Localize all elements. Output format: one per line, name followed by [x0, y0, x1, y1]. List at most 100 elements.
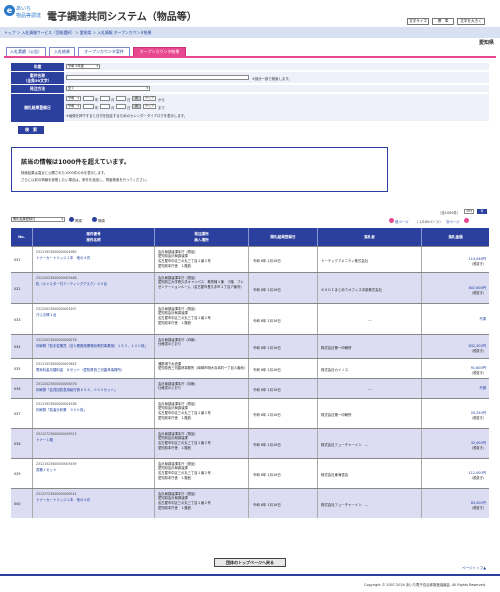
delivery-place: 愛知県会計局調達課 名古屋市中区三の丸三丁目１番２号 愛知県本庁舎 １階西 [158, 254, 211, 268]
case-name-link[interactable]: 印刷物「若者分析業 ９００枚」 [36, 407, 152, 412]
to-day-input[interactable] [116, 104, 126, 109]
case-cell: 23122023000000006376 印刷物「会員回覧表用紙付冊６５４，０００… [33, 379, 155, 398]
from-calendar-icon[interactable]: 暦 [132, 96, 141, 101]
year-select[interactable]: 令和 5年度 [66, 64, 100, 69]
table-row: 039 23121523000000005459 書籍１セット 会計局調達課本庁（物品… [11, 458, 489, 488]
case-name-link[interactable]: トナーカートリッジ１本 他の４件 [36, 255, 152, 260]
row-no: 040 [11, 489, 33, 518]
per-page-select[interactable]: 10 [464, 209, 474, 214]
to-day-unit: 日 [127, 106, 131, 110]
case-name-link[interactable]: 電気料金月額料金 ８セット（愛知県西三河農林事務所） [36, 367, 152, 372]
table-header: No. 案件番号 案件名称 発注課所 納入場所 開札結果登録日 落札者 落札金額 [11, 228, 489, 246]
from-day-input[interactable] [116, 96, 126, 101]
amount-cell: 114,048円 （税抜き） [422, 247, 489, 272]
row-no: 038 [11, 429, 33, 458]
winner-name: 株式会社東海書会 [318, 459, 422, 488]
prev-page-link[interactable]: 前ページ [395, 219, 409, 224]
logo-text-2: 物品等調達 [16, 13, 42, 19]
result-date: 令和 6年 1月16日 [249, 247, 318, 272]
result-notice: 該当の情報は1000件を超えています。 検索結果は直近に公開された1000件のみ… [11, 147, 388, 192]
delivery-place: 仕様書のとおり [158, 342, 182, 346]
case-name-link[interactable]: 印刷物「若手従業員（法人業務用業務効率的事業用）１５３，１００枚」 [36, 343, 152, 348]
case-name-link[interactable]: トナーカートリッジ１本 他の４件 [36, 497, 152, 502]
tab-bid-results[interactable]: 入札結果 [49, 47, 75, 56]
table-row: 031 23121923000000004983 トナーカートリッジ１本 他の４件会… [11, 246, 489, 272]
to-year-input[interactable] [83, 104, 94, 109]
sort-asc-label: 昇順 [75, 219, 82, 223]
to-month-input[interactable] [100, 104, 110, 109]
org-cell: 会計局調達課本庁（物品） 愛知県会計局調達課 名古屋市中区三の丸三丁目１番２号 愛… [155, 247, 249, 272]
table-row: 035 23121523000000003625 電気料金月額料金 ８セット（愛知県… [11, 358, 489, 378]
table-row: 033 23122023000000005207 汗ふき棒１台 会計局調達課本庁（物品… [11, 303, 489, 334]
winner-name: ＫＤＤＩまとめてオフィス中部株式会社 [318, 273, 422, 303]
case-cell: 23122723000000006314 トナーカートリッジ１本 他の４件 [33, 489, 155, 518]
winner-name: 株式会社第一印刷所 [318, 399, 422, 428]
case-name-link[interactable]: 汗ふき棒１台 [36, 312, 152, 317]
search-button[interactable]: 検 索 [18, 126, 44, 134]
site-title: 電子調達共同システム（物品等） [47, 12, 197, 23]
from-day-unit: 日 [127, 98, 131, 102]
page-top-link[interactable]: ページトップ▲ [462, 566, 486, 571]
case-number: 23122023000000006376 [36, 382, 77, 386]
font-large-button[interactable]: 文字を大きく [457, 18, 485, 25]
th-case: 案件番号 案件名称 [33, 228, 155, 246]
site-logo[interactable]: e あいち 物品等調達 [4, 4, 44, 24]
amount-note: （税抜き） [470, 416, 486, 420]
winner-name: 株式会社第一印刷所 [318, 335, 422, 358]
to-month-unit: 月 [111, 106, 115, 110]
winner-name: トーテックアメニティ株式会社 [318, 247, 422, 272]
row-no: 037 [11, 399, 33, 428]
back-to-top-button[interactable]: 団体のトップページへ戻る [214, 558, 286, 567]
site-header: e あいち 物品等調達 電子調達共同システム（物品等） 文字サイズ 標 準 文字… [0, 0, 500, 27]
tab-underline [4, 56, 496, 58]
case-label-sub: （全角50文字） [23, 78, 52, 83]
case-name-link[interactable]: 印刷物「会員回覧表用紙付冊６５４，０００セット」 [36, 387, 152, 392]
to-label: まで [158, 106, 165, 110]
case-name-input[interactable] [66, 75, 249, 80]
logo-icon: e [4, 5, 15, 16]
amount-value[interactable]: 不調 [422, 385, 486, 390]
year-row: 年度 令和 5年度 [11, 63, 489, 71]
case-name-link[interactable]: トナー１箱 [36, 437, 152, 442]
method-select[interactable]: 全て [66, 86, 150, 91]
breadcrumb[interactable]: トップ ＞ 入札情報サービス（団体選択）＞ 愛知県 ＞ 入札情報 オープンカウン… [4, 30, 152, 36]
tab-open-counter-results[interactable]: オープンカウンタ結果 [133, 47, 186, 56]
case-name-link[interactable]: 机（キャスター付ミーティングデスク）４５台 [36, 281, 152, 286]
from-year-input[interactable] [83, 96, 94, 101]
case-name-link[interactable]: 書籍１セット [36, 467, 152, 472]
tab-bid-notices[interactable]: 入札実績（公告） [6, 47, 46, 56]
copyright: Copyright © 2007-2024 あいち電子自治体推進協議会. All… [364, 583, 486, 587]
sort-asc-radio[interactable] [69, 217, 74, 222]
result-date: 令和 6年 1月16日 [249, 335, 318, 358]
winner-name: --- [318, 379, 422, 398]
next-page-link[interactable]: 次ページ [446, 219, 460, 224]
case-number: 23122023000000005466 [36, 276, 77, 280]
amount-cell: 112,000円 （税抜き） [422, 459, 489, 488]
case-number: 23122023000000005207 [36, 307, 77, 311]
table-row: 036 23122023000000006376 印刷物「会員回覧表用紙付冊６５４，… [11, 378, 489, 398]
to-calendar-icon[interactable]: 暦 [132, 104, 141, 109]
amount-value[interactable]: 不調 [422, 316, 486, 321]
to-era-select[interactable]: 令和 [66, 104, 81, 109]
from-era-select[interactable]: 令和 [66, 96, 81, 101]
from-clear-button[interactable]: クリア [143, 96, 156, 101]
tab-open-counter-cases[interactable]: オープンカウンタ案件 [78, 47, 130, 56]
sort-desc-radio[interactable] [92, 217, 97, 222]
date-label: 開札結果登録日 [11, 94, 64, 122]
per-page-button[interactable]: 件 [477, 209, 487, 214]
footer-bar [0, 574, 500, 576]
case-number: 23122723000000006313 [36, 432, 77, 436]
font-standard-button[interactable]: 標 準 [432, 18, 454, 25]
to-clear-button[interactable]: クリア [143, 104, 156, 109]
th-org: 発注課所 納入場所 [155, 228, 249, 246]
notice-heading: 該当の情報は1000件を超えています。 [21, 159, 131, 166]
sort-select[interactable]: 開札結果登録日 [11, 217, 65, 222]
winner-name: 株式会社フューチャーイン ... [318, 429, 422, 458]
result-date: 令和 6年 1月16日 [249, 304, 318, 334]
year-label: 年度 [11, 63, 64, 71]
from-month-input[interactable] [100, 96, 110, 101]
notice-line-2: さらに以前の情報を参照したい場合は、条件を追加し、再度検索を行ってください。 [21, 178, 150, 182]
winner-name: 株式会社カイノス [318, 359, 422, 378]
next-page-icon[interactable] [464, 218, 469, 223]
prev-page-icon[interactable] [389, 218, 394, 223]
